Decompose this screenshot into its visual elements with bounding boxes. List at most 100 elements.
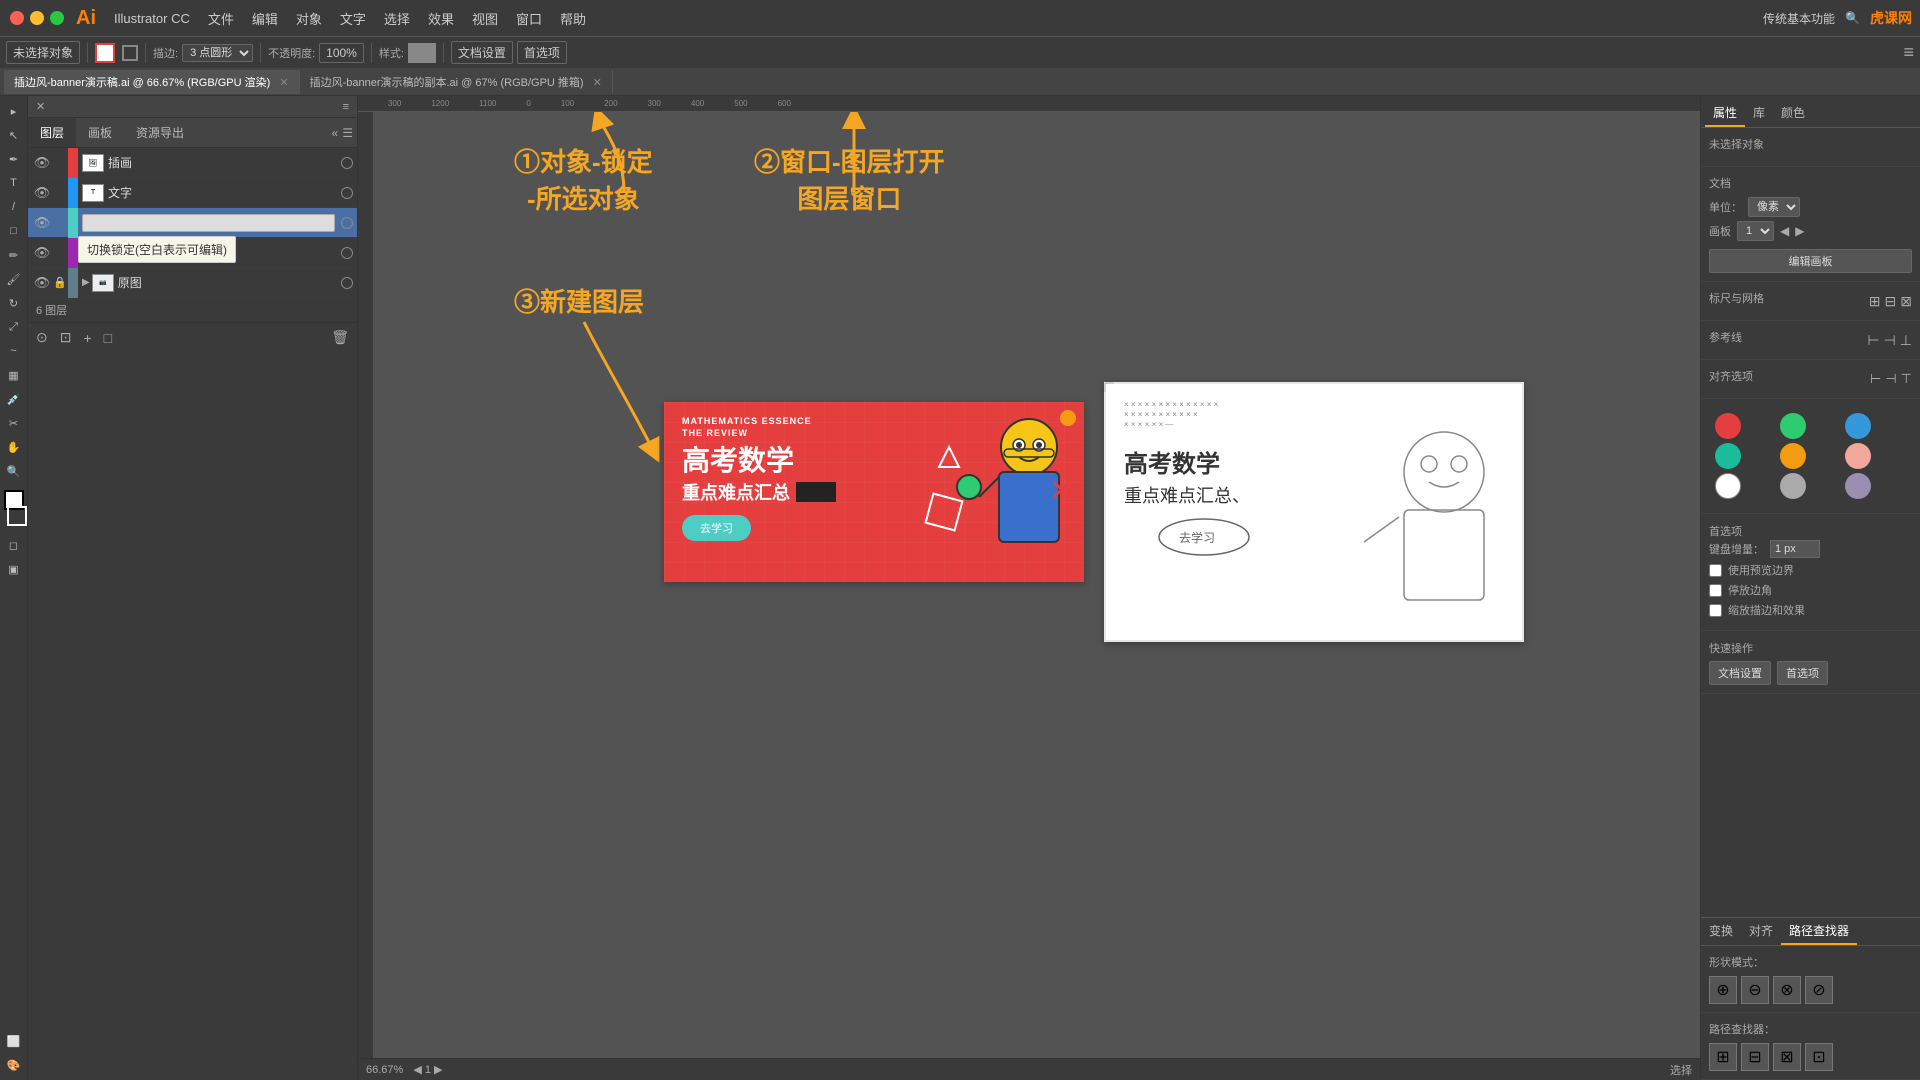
scale-strokes-check[interactable] [1709, 604, 1722, 617]
layers-panel-close[interactable]: ✕ [36, 100, 45, 113]
grid-icon[interactable]: ⊟ [1885, 293, 1897, 310]
align-center-icon[interactable]: ⊣ [1885, 371, 1896, 387]
fill-color[interactable] [95, 43, 115, 63]
layers-menu-btn[interactable]: ☰ [342, 126, 353, 140]
layer-4-visibility[interactable]: 👁 [32, 243, 52, 263]
minimize-btn[interactable] [30, 11, 44, 25]
artboard-prev[interactable]: ◀ [1780, 224, 1789, 238]
delete-layer-btn[interactable]: 🗑 [327, 327, 353, 348]
artboard-select[interactable]: 1 [1737, 221, 1774, 241]
swatch-red[interactable] [1715, 413, 1741, 439]
close-btn[interactable] [10, 11, 24, 25]
banner-btn[interactable]: 去学习 [682, 515, 751, 541]
swatch-green[interactable] [1780, 413, 1806, 439]
corner-widget-check[interactable] [1709, 584, 1722, 597]
new-layer-btn[interactable]: □ [100, 328, 116, 348]
stroke-color[interactable] [122, 45, 138, 61]
swatch-gray[interactable] [1780, 473, 1806, 499]
hand-tool[interactable]: ✋ [3, 436, 25, 458]
eyedropper-tool[interactable]: 💉 [3, 388, 25, 410]
preview-bounds-check[interactable] [1709, 564, 1722, 577]
swatch-purple[interactable] [1845, 473, 1871, 499]
tab-align[interactable]: 对齐 [1741, 918, 1781, 945]
guides-icon[interactable]: ⊠ [1900, 293, 1912, 310]
pen-tool[interactable]: ✒ [3, 148, 25, 170]
menu-object[interactable]: 对象 [288, 9, 330, 28]
gradient-tool[interactable]: ▦ [3, 364, 25, 386]
guide-icon-3[interactable]: ⊥ [1900, 332, 1912, 349]
layer-5-visibility[interactable]: 👁 [32, 273, 52, 293]
change-screen[interactable]: ⬜ [3, 1030, 25, 1052]
layers-tab-export[interactable]: 资源导出 [124, 118, 196, 147]
rect-tool[interactable]: □ [3, 220, 25, 242]
menu-effect[interactable]: 效果 [420, 9, 462, 28]
layer-2-visibility[interactable]: 👁 [32, 183, 52, 203]
rpanel-tab-library[interactable]: 库 [1745, 100, 1773, 127]
align-left-icon[interactable]: ⊢ [1870, 371, 1881, 387]
layer-row-2[interactable]: 👁 T 文字 [28, 178, 357, 208]
menu-text[interactable]: 文字 [332, 9, 374, 28]
layers-tab-boards[interactable]: 画板 [76, 118, 124, 147]
align-right-icon[interactable]: ⊤ [1901, 371, 1912, 387]
layer-2-lock[interactable] [52, 185, 68, 201]
pencil-tool[interactable]: ✏ [3, 244, 25, 266]
layer-1-target[interactable] [341, 157, 353, 169]
tab-1[interactable]: 插边风-banner演示稿.ai @ 66.67% (RGB/GPU 渲染) ✕ [4, 70, 300, 94]
layer-2-target[interactable] [341, 187, 353, 199]
edit-artboard-btn[interactable]: 编辑画板 [1709, 249, 1912, 273]
layer-3-lock[interactable] [52, 215, 68, 231]
locate-layer-btn[interactable]: ⊙ [32, 327, 52, 348]
menu-window[interactable]: 窗口 [508, 9, 550, 28]
menu-edit[interactable]: 编辑 [244, 9, 286, 28]
exclude-btn[interactable]: ⊘ [1805, 976, 1833, 1004]
quick-prefs-btn[interactable]: 首选项 [1777, 661, 1828, 685]
ruler-icon[interactable]: ⊞ [1869, 293, 1881, 310]
unit-select[interactable]: 像素 [1748, 197, 1800, 217]
swatch-teal[interactable] [1715, 443, 1741, 469]
divide-btn[interactable]: ⊞ [1709, 1043, 1737, 1071]
tab-pathfinder[interactable]: 路径查找器 [1781, 918, 1857, 945]
layer-row-3[interactable]: 👁 切换锁定(空白表示可编辑) [28, 208, 357, 238]
make-clipping-mask-btn[interactable]: ⊡ [56, 327, 76, 348]
tab-1-close[interactable]: ✕ [279, 77, 288, 89]
layer-1-visibility[interactable]: 👁 [32, 153, 52, 173]
type-tool[interactable]: T [3, 172, 25, 194]
layer-4-lock[interactable] [52, 245, 68, 261]
panel-toggle-icon[interactable]: ≡ [1903, 42, 1914, 63]
direct-select-tool[interactable]: ↖ [3, 124, 25, 146]
stroke-swatch[interactable] [7, 506, 27, 526]
layer-3-name-input[interactable] [82, 214, 335, 232]
tab-2[interactable]: 插边风-banner演示稿的副本.ai @ 67% (RGB/GPU 推箱) ✕ [300, 70, 613, 94]
unite-btn[interactable]: ⊕ [1709, 976, 1737, 1004]
layer-row-5[interactable]: 👁 🔒 ▶ 📷 原图 [28, 268, 357, 298]
new-sublayer-btn[interactable]: + [79, 328, 95, 348]
canvas-area[interactable]: 300120011000100200300400500600 ①对象-锁定 -所… [358, 96, 1700, 1080]
trim-btn[interactable]: ⊟ [1741, 1043, 1769, 1071]
select-tool[interactable]: ▸ [3, 100, 25, 122]
scale-tool[interactable]: ⤢ [3, 316, 25, 338]
screen-mode[interactable]: ▣ [3, 558, 25, 580]
scissors-tool[interactable]: ✂ [3, 412, 25, 434]
rotate-tool[interactable]: ↻ [3, 292, 25, 314]
layers-panel-menu[interactable]: ≡ [343, 101, 349, 113]
crop-btn[interactable]: ⊡ [1805, 1043, 1833, 1071]
swatch-orange[interactable] [1780, 443, 1806, 469]
artboard-indicator[interactable]: ◀ 1 ▶ [413, 1063, 442, 1076]
line-tool[interactable]: / [3, 196, 25, 218]
quick-doc-settings-btn[interactable]: 文档设置 [1709, 661, 1771, 685]
layer-row-1[interactable]: 👁 🖼 插画 [28, 148, 357, 178]
layer-4-target[interactable] [341, 247, 353, 259]
tab-2-close[interactable]: ✕ [593, 77, 602, 89]
fullscreen-btn[interactable] [50, 11, 64, 25]
layer-3-target[interactable] [341, 217, 353, 229]
layer-5-expand[interactable]: ▶ [82, 277, 90, 288]
layer-3-visibility[interactable]: 👁 [32, 213, 52, 233]
menu-view[interactable]: 视图 [464, 9, 506, 28]
menu-select[interactable]: 选择 [376, 9, 418, 28]
draw-mode[interactable]: ◻ [3, 534, 25, 556]
merge-btn[interactable]: ⊠ [1773, 1043, 1801, 1071]
rpanel-tab-properties[interactable]: 属性 [1705, 100, 1745, 127]
swatch-blue[interactable] [1845, 413, 1871, 439]
stroke-select[interactable]: 3 点圆形 [182, 44, 253, 62]
menu-help[interactable]: 帮助 [552, 9, 594, 28]
